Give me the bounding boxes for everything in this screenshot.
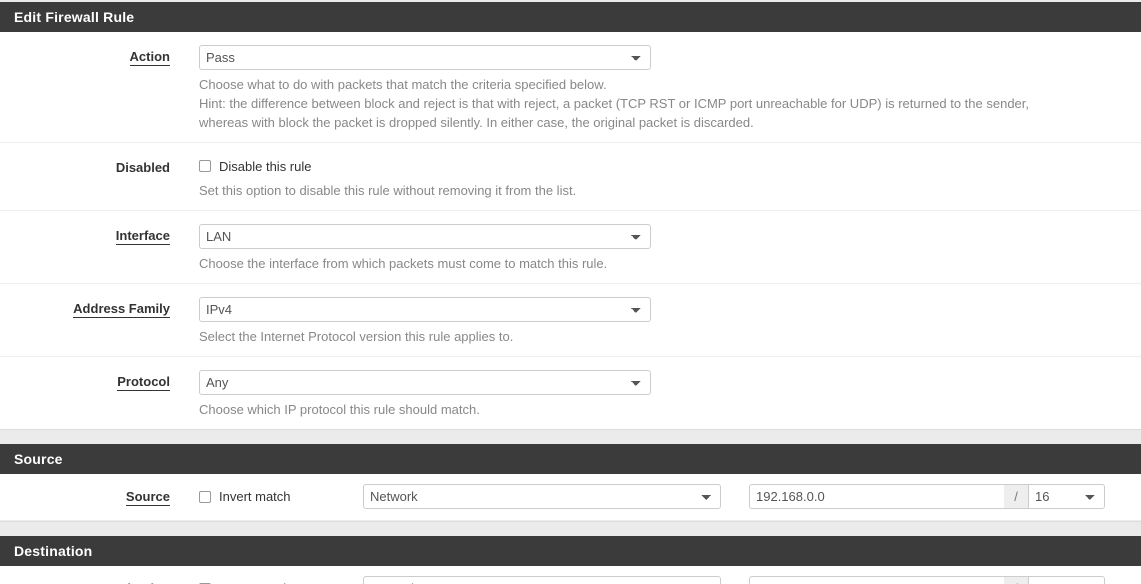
form-row-disabled: Disabled Disable this rule Set this opti…	[0, 143, 1141, 211]
destination-heading: Destination	[0, 536, 1141, 566]
disabled-label-cell: Disabled	[0, 156, 170, 175]
edit-firewall-rule-heading: Edit Firewall Rule	[0, 2, 1141, 32]
protocol-label-cell: Protocol	[0, 370, 170, 391]
destination-type-cell: Network	[363, 576, 721, 584]
source-heading: Source	[0, 444, 1141, 474]
action-help: Choose what to do with packets that matc…	[199, 75, 1141, 132]
source-invert-cell: Invert match	[170, 487, 363, 507]
protocol-select[interactable]: Any	[199, 370, 651, 395]
destination-slash-separator: /	[1004, 576, 1028, 584]
destination-address-group: / 10	[749, 576, 1105, 584]
source-slash-separator: /	[1004, 484, 1028, 509]
action-select[interactable]: Pass	[199, 45, 651, 70]
action-help-line-2: Hint: the difference between block and r…	[199, 96, 1030, 111]
destination-panel: Destination Destination Invert match Net…	[0, 536, 1141, 584]
panel-gap-2	[0, 522, 1141, 536]
source-invert-label: Invert match	[219, 489, 291, 504]
disable-rule-checkbox[interactable]	[199, 160, 211, 172]
form-row-interface: Interface LAN Choose the interface from …	[0, 211, 1141, 284]
firewall-rule-edit-page: Edit Firewall Rule Action Pass Choose wh…	[0, 0, 1141, 584]
interface-select[interactable]: LAN	[199, 224, 651, 249]
action-help-line-1: Choose what to do with packets that matc…	[199, 77, 607, 92]
address-family-help: Select the Internet Protocol version thi…	[199, 329, 514, 344]
action-label-cell: Action	[0, 45, 170, 66]
source-type-cell: Network	[363, 484, 721, 509]
disabled-help: Set this option to disable this rule wit…	[199, 183, 577, 198]
edit-firewall-rule-panel: Edit Firewall Rule Action Pass Choose wh…	[0, 2, 1141, 430]
source-address-group: / 16	[749, 484, 1105, 509]
form-row-address-family: Address Family IPv4 Select the Internet …	[0, 284, 1141, 357]
protocol-label: Protocol	[117, 374, 170, 391]
source-label-cell: Source	[0, 489, 170, 506]
destination-prefix-select[interactable]: 10	[1028, 576, 1105, 584]
form-row-destination: Destination Invert match Network /	[0, 566, 1141, 584]
panel-gap-1	[0, 430, 1141, 444]
action-label: Action	[129, 49, 170, 66]
interface-help: Choose the interface from which packets …	[199, 256, 608, 271]
protocol-help: Choose which IP protocol this rule shoul…	[199, 402, 480, 417]
source-address-input[interactable]	[749, 484, 1004, 509]
interface-label-cell: Interface	[0, 224, 170, 245]
disabled-control-cell: Disable this rule Set this option to dis…	[170, 156, 1141, 200]
action-control-cell: Pass Choose what to do with packets that…	[170, 45, 1141, 132]
source-invert-checkbox[interactable]	[199, 490, 211, 503]
address-family-select[interactable]: IPv4	[199, 297, 651, 322]
address-family-control-cell: IPv4 Select the Internet Protocol versio…	[170, 297, 1141, 346]
address-family-label-cell: Address Family	[0, 297, 170, 318]
form-row-protocol: Protocol Any Choose which IP protocol th…	[0, 357, 1141, 429]
edit-firewall-rule-body: Action Pass Choose what to do with packe…	[0, 32, 1141, 429]
destination-body: Destination Invert match Network /	[0, 566, 1141, 584]
form-row-action: Action Pass Choose what to do with packe…	[0, 32, 1141, 143]
disable-rule-checkbox-wrap[interactable]: Disable this rule	[199, 156, 312, 176]
destination-invert-cell: Invert match	[170, 579, 363, 584]
destination-type-select[interactable]: Network	[363, 576, 721, 584]
destination-address-input[interactable]	[749, 576, 1004, 584]
destination-invert-checkbox-wrap[interactable]: Invert match	[199, 579, 291, 584]
address-family-label: Address Family	[73, 301, 170, 318]
source-type-select[interactable]: Network	[363, 484, 721, 509]
protocol-control-cell: Any Choose which IP protocol this rule s…	[170, 370, 1141, 419]
form-row-source: Source Invert match Network /	[0, 474, 1141, 521]
source-label: Source	[125, 489, 170, 506]
interface-label: Interface	[115, 228, 170, 245]
source-prefix-select[interactable]: 16	[1028, 484, 1105, 509]
source-panel: Source Source Invert match Network 192.1…	[0, 444, 1141, 522]
action-help-line-3: whereas with block the packet is dropped…	[199, 115, 754, 130]
disabled-label: Disabled	[115, 160, 170, 175]
source-invert-checkbox-wrap[interactable]: Invert match	[199, 487, 291, 507]
interface-control-cell: LAN Choose the interface from which pack…	[170, 224, 1141, 273]
disable-rule-checkbox-label: Disable this rule	[219, 158, 312, 174]
source-body: Source Invert match Network /	[0, 474, 1141, 521]
